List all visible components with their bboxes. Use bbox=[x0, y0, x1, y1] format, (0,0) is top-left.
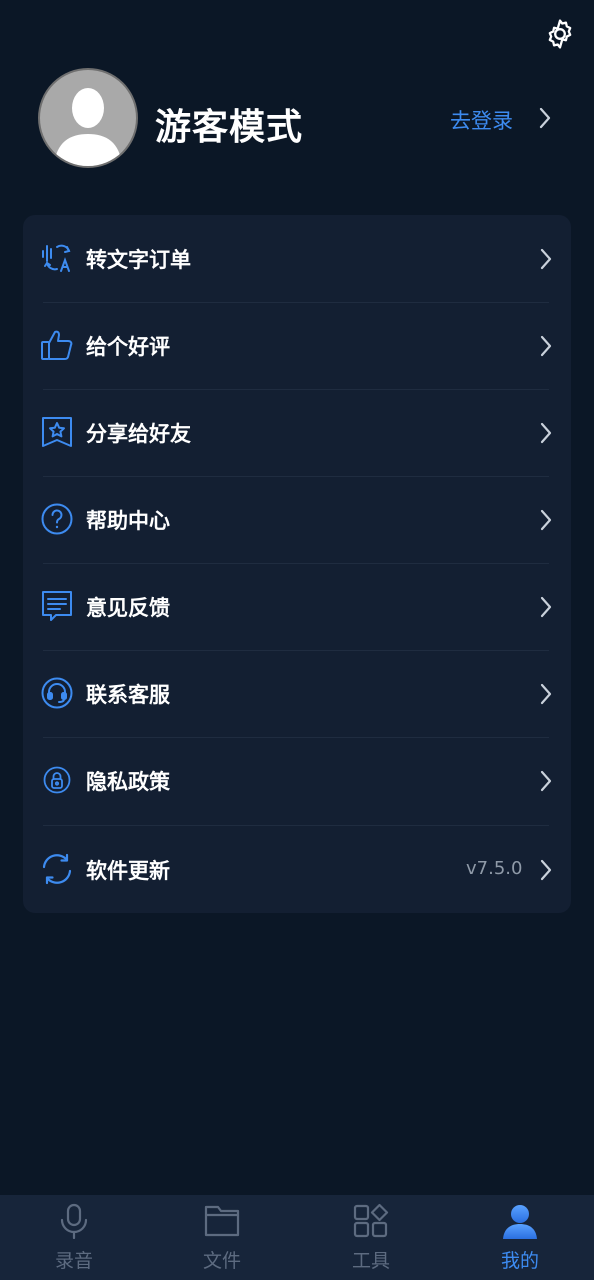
chevron-right-icon bbox=[540, 248, 552, 270]
tab-tools[interactable]: 工具 bbox=[297, 1195, 445, 1280]
chevron-right-icon bbox=[540, 509, 552, 531]
headset-icon bbox=[41, 677, 73, 709]
menu-item-help[interactable]: 帮助中心 bbox=[23, 476, 571, 563]
tab-record[interactable]: 录音 bbox=[0, 1195, 148, 1280]
microphone-icon bbox=[60, 1203, 88, 1239]
chevron-right-icon bbox=[540, 859, 552, 881]
chevron-right-icon bbox=[540, 770, 552, 792]
profile-header: 游客模式 去登录 bbox=[38, 68, 578, 170]
menu-item-feedback[interactable]: 意见反馈 bbox=[23, 563, 571, 650]
chevron-right-icon bbox=[540, 683, 552, 705]
default-avatar-icon bbox=[54, 88, 122, 166]
menu-item-label: 联系客服 bbox=[86, 683, 170, 707]
folder-icon bbox=[204, 1205, 240, 1237]
tab-label: 文件 bbox=[202, 1250, 241, 1272]
tab-label: 录音 bbox=[54, 1250, 93, 1272]
user-icon bbox=[503, 1205, 537, 1239]
chevron-right-icon bbox=[540, 596, 552, 618]
chevron-right-icon bbox=[540, 335, 552, 357]
menu-item-label: 软件更新 bbox=[86, 859, 170, 883]
share-star-icon bbox=[42, 417, 72, 447]
menu-card: 转文字订单 给个好评 分享给好友 帮助中心 意见反馈 联系客服 隐私政策 软件更… bbox=[23, 215, 571, 913]
menu-item-support[interactable]: 联系客服 bbox=[23, 650, 571, 737]
tab-mine[interactable]: 我的 bbox=[446, 1195, 594, 1280]
menu-item-label: 隐私政策 bbox=[86, 770, 170, 794]
thumbs-up-icon bbox=[41, 330, 73, 360]
tab-files[interactable]: 文件 bbox=[148, 1195, 296, 1280]
username: 游客模式 bbox=[155, 107, 304, 148]
refresh-icon bbox=[42, 853, 72, 885]
profile-screen: 游客模式 去登录 转文字订单 给个好评 分享给好友 帮助中心 意见反馈 联系客服… bbox=[0, 0, 594, 1280]
menu-item-update[interactable]: 软件更新 v7.5.0 bbox=[23, 826, 571, 913]
menu-item-label: 分享给好友 bbox=[86, 422, 191, 446]
chevron-right-icon bbox=[540, 422, 552, 444]
tools-grid-icon bbox=[353, 1203, 389, 1238]
menu-item-privacy[interactable]: 隐私政策 bbox=[23, 737, 571, 824]
menu-item-share[interactable]: 分享给好友 bbox=[23, 389, 571, 476]
menu-item-label: 帮助中心 bbox=[86, 509, 170, 533]
chevron-right-icon[interactable] bbox=[537, 106, 553, 130]
audio-translate-icon bbox=[42, 244, 71, 272]
version-text: v7.5.0 bbox=[466, 858, 523, 879]
settings-button[interactable] bbox=[541, 15, 579, 53]
menu-item-label: 意见反馈 bbox=[86, 596, 170, 620]
help-circle-icon bbox=[41, 503, 73, 535]
gear-icon bbox=[548, 19, 572, 49]
tab-label: 工具 bbox=[351, 1250, 390, 1272]
menu-item-label: 给个好评 bbox=[86, 335, 170, 359]
menu-item-rate[interactable]: 给个好评 bbox=[23, 302, 571, 389]
privacy-lock-icon bbox=[43, 766, 71, 794]
bottom-tab-bar: 录音 文件 工具 我的 bbox=[0, 1195, 594, 1280]
feedback-message-icon bbox=[42, 591, 72, 621]
avatar[interactable] bbox=[38, 68, 138, 168]
tab-label: 我的 bbox=[500, 1250, 539, 1272]
menu-item-label: 转文字订单 bbox=[86, 248, 191, 272]
menu-item-orders[interactable]: 转文字订单 bbox=[23, 215, 571, 302]
login-link[interactable]: 去登录 bbox=[450, 105, 513, 135]
